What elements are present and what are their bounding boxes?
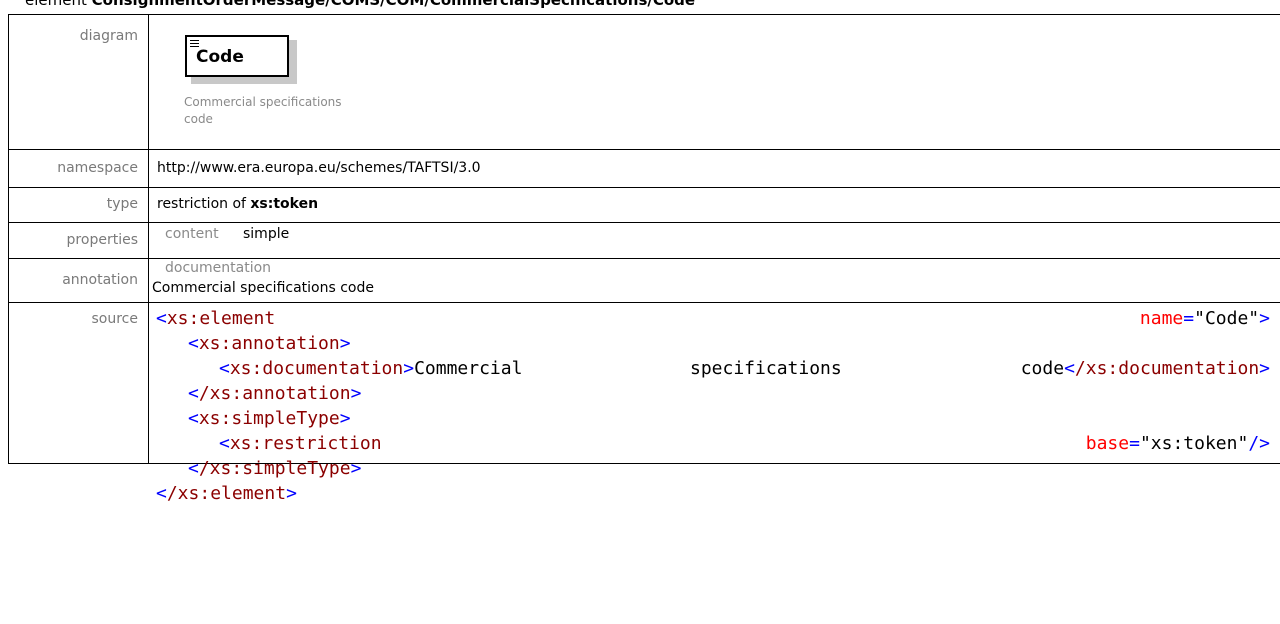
row-properties: properties content simple <box>8 222 1280 259</box>
element-title-path: ConsignmentOrderMessage/COMS/COM/Commerc… <box>91 0 696 9</box>
element-title-prefix: element <box>25 0 87 9</box>
type-base-link[interactable]: xs:token <box>250 196 318 212</box>
source-line-3-close: code</xs:documentation> <box>1020 358 1270 379</box>
namespace-value: http://www.era.europa.eu/schemes/TAFTSI/… <box>148 149 1280 188</box>
source-line-6-attr: base="xs:token"/> <box>1085 433 1270 454</box>
row-type: type restriction of xs:token <box>8 187 1280 223</box>
source-line-1-attr: name="Code"> <box>1139 308 1270 329</box>
element-lines-icon <box>190 40 199 47</box>
property-key: content <box>165 226 219 242</box>
source-line-2: <xs:annotation> <box>188 333 351 354</box>
diagram-label: diagram <box>8 14 149 150</box>
source-code: <xs:element name="Code"> <xs:annotation>… <box>149 303 1280 504</box>
properties-label: properties <box>8 222 149 259</box>
row-annotation: annotation documentation Commercial spec… <box>8 258 1280 303</box>
row-source: source <xs:element name="Code"> <xs:anno… <box>8 302 1280 504</box>
annotation-label: annotation <box>8 258 149 303</box>
row-namespace: namespace http://www.era.europa.eu/schem… <box>8 149 1280 188</box>
schema-doc-page: element ConsignmentOrderMessage/COMS/COM… <box>0 0 1280 624</box>
source-line-3-word2: specifications <box>690 358 842 379</box>
element-title: element ConsignmentOrderMessage/COMS/COM… <box>25 0 695 9</box>
source-line-8: </xs:element> <box>156 483 297 504</box>
source-label: source <box>8 302 149 464</box>
element-box[interactable]: Code <box>185 35 289 77</box>
source-line-6: <xs:restriction <box>219 433 382 454</box>
source-line-5: <xs:simpleType> <box>188 408 351 429</box>
annotation-value: Commercial specifications code <box>152 280 374 296</box>
element-box-name: Code <box>196 47 244 67</box>
source-line-3-open: <xs:documentation>Commercial <box>219 358 523 379</box>
property-pair: content simple <box>149 223 1280 258</box>
type-prefix: restriction of <box>157 196 246 212</box>
annotation-block: documentation Commercial specifications … <box>149 259 1280 302</box>
source-line-7: </xs:simpleType> <box>188 458 362 479</box>
row-diagram: diagram Code Commercial specifications c… <box>8 14 1280 150</box>
source-line-1: <xs:element <box>156 308 276 329</box>
namespace-label: namespace <box>8 149 149 188</box>
diagram-caption: Commercial specifications code <box>184 95 342 126</box>
type-label: type <box>8 187 149 223</box>
schema-table: diagram Code Commercial specifications c… <box>8 14 1280 504</box>
diagram-area: Code Commercial specifications code <box>149 15 1280 149</box>
property-value: simple <box>243 226 290 242</box>
source-line-4: </xs:annotation> <box>188 383 362 404</box>
annotation-key: documentation <box>165 260 272 276</box>
